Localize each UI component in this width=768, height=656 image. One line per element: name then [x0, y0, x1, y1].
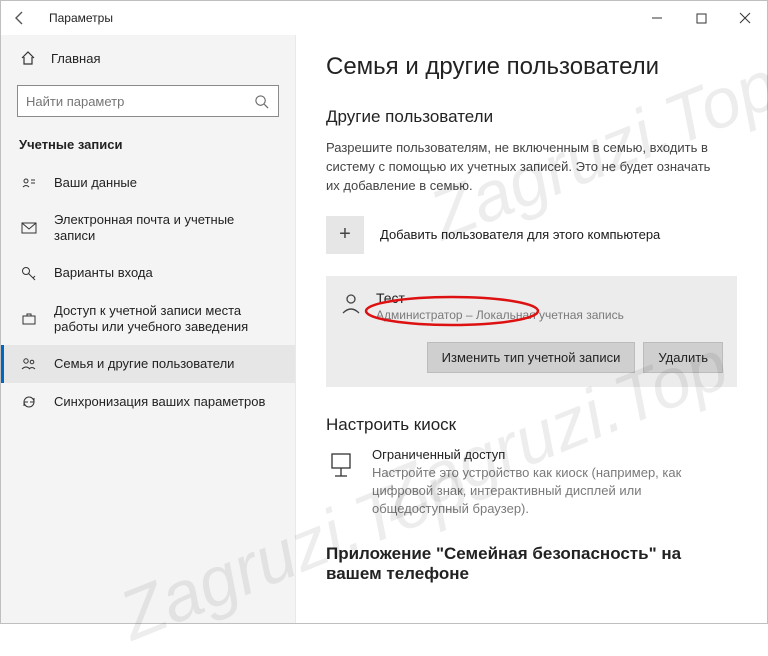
main-content: Семья и другие пользователи Другие польз…	[296, 35, 767, 623]
sidebar-home[interactable]: Главная	[1, 41, 295, 75]
window-title: Параметры	[49, 11, 113, 25]
sidebar-section-heading: Учетные записи	[1, 131, 295, 164]
sync-icon	[20, 393, 38, 411]
key-icon	[20, 265, 38, 283]
back-button[interactable]	[7, 5, 33, 31]
sidebar-home-label: Главная	[51, 51, 100, 66]
family-app-heading: Приложение "Семейная безопасность" на ва…	[326, 544, 737, 584]
sidebar-item-label: Ваши данные	[54, 175, 277, 191]
search-input-container[interactable]	[17, 85, 279, 117]
sidebar-item-your-info[interactable]: Ваши данные	[1, 164, 295, 202]
page-title: Семья и другие пользователи	[326, 53, 737, 81]
sidebar-item-work-school[interactable]: Доступ к учетной записи места работы или…	[1, 293, 295, 346]
sidebar-item-sync[interactable]: Синхронизация ваших параметров	[1, 383, 295, 421]
maximize-button[interactable]	[679, 3, 723, 33]
kiosk-row[interactable]: Ограниченный доступ Настройте это устрой…	[326, 447, 737, 519]
add-user-label: Добавить пользователя для этого компьюте…	[380, 227, 660, 242]
user-name: Тест	[376, 290, 624, 306]
user-role: Администратор – Локальная учетная запись	[376, 308, 624, 322]
kiosk-icon	[326, 450, 356, 480]
kiosk-title: Ограниченный доступ	[372, 447, 702, 462]
sidebar-item-signin-options[interactable]: Варианты входа	[1, 255, 295, 293]
change-account-type-button[interactable]: Изменить тип учетной записи	[427, 342, 636, 373]
add-user-button[interactable]: +	[326, 216, 364, 254]
delete-user-button[interactable]: Удалить	[643, 342, 723, 373]
add-user-row[interactable]: + Добавить пользователя для этого компью…	[326, 216, 737, 254]
sidebar-item-email-accounts[interactable]: Электронная почта и учетные записи	[1, 202, 295, 255]
sidebar-item-label: Семья и другие пользователи	[54, 356, 277, 372]
other-users-heading: Другие пользователи	[326, 107, 737, 127]
person-card-icon	[20, 174, 38, 192]
people-icon	[20, 355, 38, 373]
search-input[interactable]	[26, 94, 246, 109]
minimize-button[interactable]	[635, 3, 679, 33]
sidebar-item-label: Варианты входа	[54, 265, 277, 281]
user-card[interactable]: Тест Администратор – Локальная учетная з…	[326, 276, 737, 387]
kiosk-description: Настройте это устройство как киоск (напр…	[372, 464, 702, 519]
sidebar-item-family-users[interactable]: Семья и другие пользователи	[1, 345, 295, 383]
home-icon	[19, 49, 37, 67]
sidebar-item-label: Электронная почта и учетные записи	[54, 212, 277, 245]
close-button[interactable]	[723, 3, 767, 33]
mail-icon	[20, 219, 38, 237]
titlebar: Параметры	[1, 1, 767, 35]
sidebar-item-label: Доступ к учетной записи места работы или…	[54, 303, 277, 336]
plus-icon: +	[339, 223, 351, 246]
kiosk-heading: Настроить киоск	[326, 415, 737, 435]
search-icon	[252, 92, 270, 110]
sidebar-nav: Ваши данные Электронная почта и учетные …	[1, 164, 295, 421]
sidebar-item-label: Синхронизация ваших параметров	[54, 394, 277, 410]
sidebar: Главная Учетные записи Ваши данные	[1, 35, 296, 623]
briefcase-icon	[20, 310, 38, 328]
other-users-description: Разрешите пользователям, не включенным в…	[326, 139, 726, 196]
user-icon	[340, 292, 362, 314]
